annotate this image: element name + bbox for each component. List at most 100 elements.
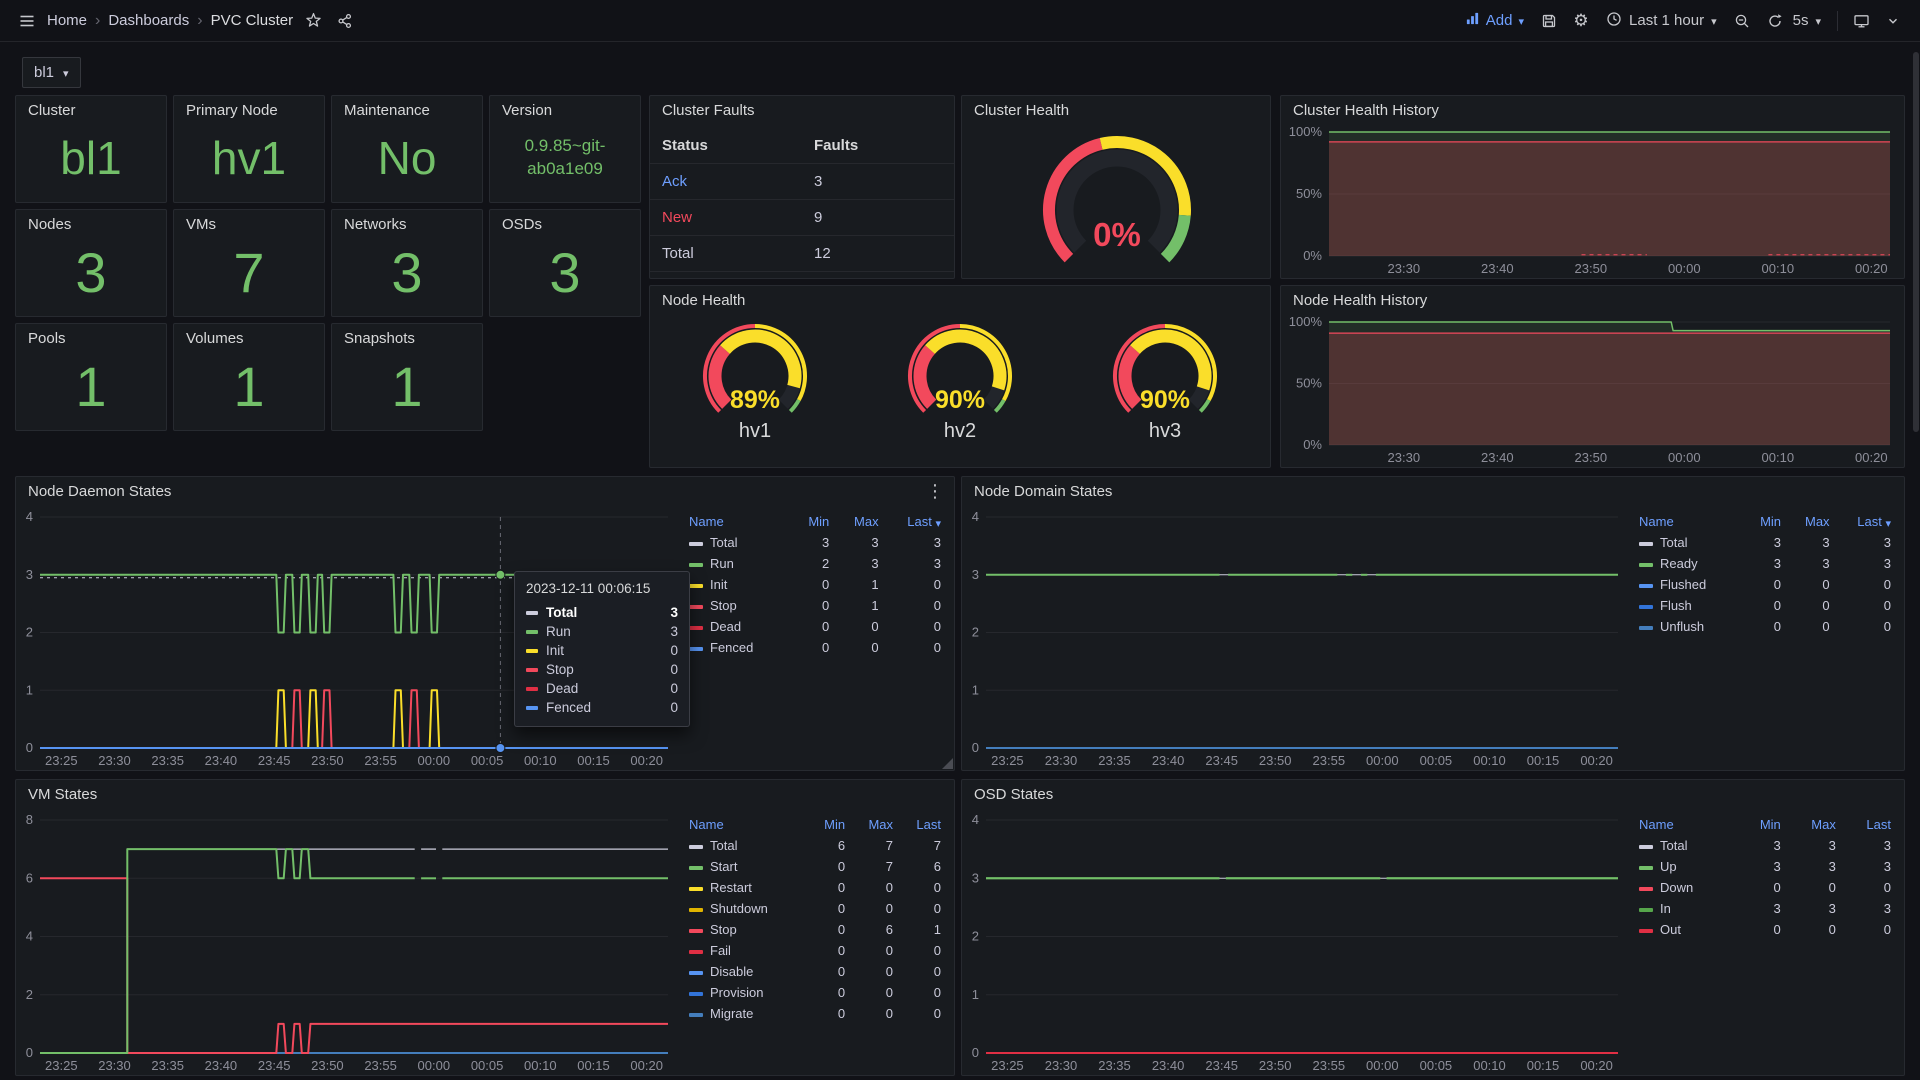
panel-title[interactable]: OSDs: [490, 210, 640, 240]
legend-series-row[interactable]: Stop061: [684, 919, 946, 940]
dashboard-settings-button[interactable]: ⚙: [1566, 6, 1596, 36]
series-name[interactable]: Total: [710, 838, 737, 853]
legend-series-row[interactable]: Migrate000: [684, 1003, 946, 1024]
panel-menu-icon[interactable]: ⋮: [926, 481, 944, 502]
legend-series-row[interactable]: Total333: [684, 532, 946, 553]
scrollbar-thumb[interactable]: [1913, 52, 1919, 432]
series-name[interactable]: Stop: [710, 598, 737, 613]
series-name[interactable]: Start: [710, 859, 737, 874]
panel-title[interactable]: Snapshots: [332, 324, 482, 354]
legend-series-row[interactable]: Fail000: [684, 940, 946, 961]
breadcrumb-dashboards[interactable]: Dashboards: [105, 12, 192, 29]
series-name[interactable]: Disable: [710, 964, 753, 979]
time-series-chart[interactable]: 0246823:2523:3023:3523:4023:4523:5023:55…: [16, 812, 682, 1075]
legend-header-min[interactable]: Min: [1736, 814, 1785, 835]
legend-series-row[interactable]: Stop010: [684, 595, 946, 616]
legend-header-min[interactable]: Min: [790, 511, 834, 532]
legend-series-row[interactable]: Provision000: [684, 982, 946, 1003]
legend-series-row[interactable]: Shutdown000: [684, 898, 946, 919]
legend-series-row[interactable]: In333: [1634, 898, 1896, 919]
legend-series-row[interactable]: Total333: [1634, 835, 1896, 856]
series-name[interactable]: Flush: [1660, 598, 1692, 613]
panel-title[interactable]: Cluster Faults: [650, 96, 954, 126]
panel-resize-handle[interactable]: [942, 758, 953, 769]
breadcrumb-home[interactable]: Home: [44, 12, 90, 29]
legend-series-row[interactable]: Up333: [1634, 856, 1896, 877]
fault-status-ack[interactable]: Ack: [650, 173, 802, 190]
legend-header-max[interactable]: Max: [1786, 814, 1841, 835]
legend-series-row[interactable]: Disable000: [684, 961, 946, 982]
series-name[interactable]: Out: [1660, 922, 1681, 937]
legend-series-row[interactable]: Total677: [684, 835, 946, 856]
legend-series-row[interactable]: Unflush000: [1634, 616, 1896, 637]
panel-title[interactable]: Node Health History: [1281, 286, 1904, 316]
legend-series-row[interactable]: Ready333: [1634, 553, 1896, 574]
share-button[interactable]: [330, 6, 360, 36]
time-series-chart[interactable]: 0%50%100%23:3023:4023:5000:0000:1000:20: [1281, 124, 1904, 278]
series-name[interactable]: Migrate: [710, 1006, 753, 1021]
menu-toggle-button[interactable]: [12, 6, 42, 36]
fault-status-new[interactable]: New: [650, 209, 802, 226]
legend-series-row[interactable]: Total333: [1634, 532, 1896, 553]
panel-title[interactable]: Maintenance: [332, 96, 482, 126]
series-name[interactable]: Flushed: [1660, 577, 1706, 592]
series-name[interactable]: Shutdown: [710, 901, 768, 916]
variable-picker-cluster[interactable]: bl1 ▾: [22, 57, 81, 88]
panel-title[interactable]: Node Daemon States: [16, 477, 954, 507]
legend-series-row[interactable]: Fenced000: [684, 637, 946, 658]
zoom-out-time-button[interactable]: [1727, 6, 1757, 36]
series-name[interactable]: Total: [710, 535, 737, 550]
panel-title[interactable]: Node Health: [650, 286, 1270, 316]
panel-title[interactable]: Version: [490, 96, 640, 126]
series-name[interactable]: Unflush: [1660, 619, 1704, 634]
legend-series-row[interactable]: Init010: [684, 574, 946, 595]
panel-title[interactable]: VMs: [174, 210, 324, 240]
panel-title[interactable]: Primary Node: [174, 96, 324, 126]
series-name[interactable]: Fenced: [710, 640, 753, 655]
legend-header-max[interactable]: Max: [850, 814, 898, 835]
legend-header-last[interactable]: Last ▾: [884, 511, 946, 532]
legend-header-max[interactable]: Max: [834, 511, 883, 532]
time-series-chart[interactable]: 0123423:2523:3023:3523:4023:4523:5023:55…: [962, 812, 1632, 1075]
legend-series-row[interactable]: Flushed000: [1634, 574, 1896, 595]
legend-header-name[interactable]: Name: [684, 814, 807, 835]
legend-series-row[interactable]: Restart000: [684, 877, 946, 898]
panel-title[interactable]: Volumes: [174, 324, 324, 354]
series-name[interactable]: Down: [1660, 880, 1693, 895]
series-name[interactable]: Fail: [710, 943, 731, 958]
series-name[interactable]: Ready: [1660, 556, 1698, 571]
legend-series-row[interactable]: Start076: [684, 856, 946, 877]
legend-header-name[interactable]: Name: [1634, 814, 1736, 835]
refresh-button[interactable]: [1759, 6, 1789, 36]
legend-header-name[interactable]: Name: [684, 511, 790, 532]
tv-mode-button[interactable]: [1846, 6, 1876, 36]
add-panel-button[interactable]: Add ▾: [1457, 11, 1532, 30]
series-name[interactable]: Up: [1660, 859, 1677, 874]
panel-title[interactable]: OSD States: [962, 780, 1904, 810]
legend-series-row[interactable]: Out000: [1634, 919, 1896, 940]
series-name[interactable]: Stop: [710, 922, 737, 937]
favorite-button[interactable]: [298, 6, 328, 36]
legend-header-last[interactable]: Last: [1841, 814, 1896, 835]
breadcrumb-current-dashboard[interactable]: PVC Cluster: [208, 12, 297, 29]
panel-title[interactable]: Cluster Health History: [1281, 96, 1904, 126]
series-name[interactable]: In: [1660, 901, 1671, 916]
panel-title[interactable]: Cluster Health: [962, 96, 1270, 126]
legend-header-min[interactable]: Min: [807, 814, 850, 835]
series-name[interactable]: Dead: [710, 619, 741, 634]
collapse-toolbar-button[interactable]: [1878, 6, 1908, 36]
time-series-chart[interactable]: 0123423:2523:3023:3523:4023:4523:5023:55…: [962, 509, 1632, 770]
legend-series-row[interactable]: Dead000: [684, 616, 946, 637]
panel-title[interactable]: Nodes: [16, 210, 166, 240]
legend-series-row[interactable]: Down000: [1634, 877, 1896, 898]
legend-series-row[interactable]: Flush000: [1634, 595, 1896, 616]
legend-header-last[interactable]: Last: [898, 814, 946, 835]
series-name[interactable]: Total: [1660, 535, 1687, 550]
series-name[interactable]: Restart: [710, 880, 752, 895]
series-name[interactable]: Provision: [710, 985, 763, 1000]
series-name[interactable]: Init: [710, 577, 727, 592]
panel-title[interactable]: Networks: [332, 210, 482, 240]
panel-title[interactable]: VM States: [16, 780, 954, 810]
legend-header-last[interactable]: Last ▾: [1835, 511, 1896, 532]
series-name[interactable]: Run: [710, 556, 734, 571]
